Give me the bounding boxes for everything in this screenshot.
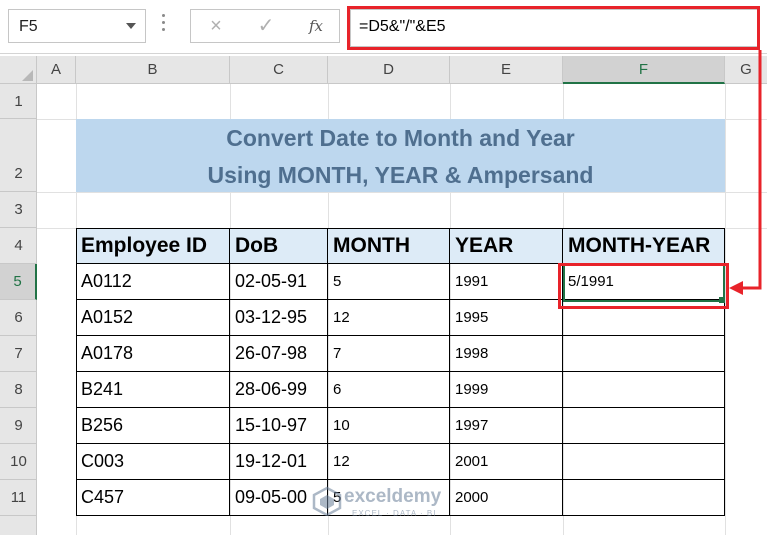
- column-header-e[interactable]: E: [450, 56, 563, 84]
- table-cell[interactable]: 2001: [450, 444, 563, 480]
- name-box-value: F5: [19, 18, 38, 35]
- row-header-5[interactable]: 5: [0, 264, 37, 300]
- table-cell[interactable]: 6: [328, 372, 450, 408]
- table-cell[interactable]: C457: [76, 480, 230, 516]
- table-cell[interactable]: 5: [328, 264, 450, 300]
- table-cell[interactable]: 10: [328, 408, 450, 444]
- table-cell[interactable]: B241: [76, 372, 230, 408]
- formula-buttons: × ✓ fx: [190, 9, 340, 43]
- table-cell[interactable]: [563, 444, 725, 480]
- drag-handle-icon[interactable]: [162, 14, 166, 36]
- table-cell[interactable]: 12: [328, 444, 450, 480]
- column-header-g[interactable]: G: [725, 56, 767, 84]
- table-cell[interactable]: A0152: [76, 300, 230, 336]
- table-header-cell[interactable]: MONTH-YEAR: [563, 228, 725, 264]
- arrow-head-icon: [729, 281, 743, 295]
- table-cell[interactable]: 1999: [450, 372, 563, 408]
- row-header-2[interactable]: 2: [0, 119, 37, 192]
- table-cell[interactable]: 02-05-91: [230, 264, 328, 300]
- table-cell[interactable]: C003: [76, 444, 230, 480]
- row-header-1[interactable]: 1: [0, 84, 37, 119]
- column-header-a[interactable]: A: [37, 56, 76, 84]
- chevron-down-icon[interactable]: [126, 23, 136, 29]
- exceldemy-logo-icon: [312, 486, 342, 516]
- enter-icon[interactable]: ✓: [253, 14, 279, 38]
- table-cell[interactable]: 26-07-98: [230, 336, 328, 372]
- table-cell[interactable]: [563, 336, 725, 372]
- table-cell[interactable]: 1995: [450, 300, 563, 336]
- table-cell[interactable]: [563, 480, 725, 516]
- row-header-3[interactable]: 3: [0, 192, 37, 228]
- watermark: exceldemy EXCEL · DATA · BI: [312, 484, 472, 524]
- row-header-4[interactable]: 4: [0, 228, 37, 264]
- column-header-c[interactable]: C: [230, 56, 328, 84]
- formula-highlight-box: [347, 6, 760, 50]
- row-header-7[interactable]: 7: [0, 336, 37, 372]
- insert-function-icon[interactable]: fx: [303, 14, 329, 38]
- gridline: [37, 192, 767, 193]
- table-cell[interactable]: 28-06-99: [230, 372, 328, 408]
- watermark-name: exceldemy: [344, 486, 442, 507]
- row-header-9[interactable]: 9: [0, 408, 37, 444]
- gridline: [725, 84, 726, 535]
- table-cell[interactable]: 03-12-95: [230, 300, 328, 336]
- row-header-8[interactable]: 8: [0, 372, 37, 408]
- table-cell[interactable]: 15-10-97: [230, 408, 328, 444]
- title-line-2: Using MONTH, YEAR & Ampersand: [207, 162, 594, 188]
- row-header-6[interactable]: 6: [0, 300, 37, 336]
- table-cell[interactable]: 12: [328, 300, 450, 336]
- table-cell[interactable]: B256: [76, 408, 230, 444]
- column-header-b[interactable]: B: [76, 56, 230, 84]
- table-cell[interactable]: [563, 408, 725, 444]
- cancel-icon[interactable]: ×: [203, 14, 229, 38]
- row-header-11[interactable]: 11: [0, 480, 37, 516]
- table-header-cell[interactable]: DoB: [230, 228, 328, 264]
- title-line-1: Convert Date to Month and Year: [226, 125, 575, 151]
- table-header-cell[interactable]: YEAR: [450, 228, 563, 264]
- table-cell[interactable]: A0178: [76, 336, 230, 372]
- select-all-icon: [22, 70, 33, 81]
- column-header-bar: A B C D E F G: [0, 56, 767, 84]
- table-cell[interactable]: 7: [328, 336, 450, 372]
- table-cell[interactable]: 1991: [450, 264, 563, 300]
- column-header-f[interactable]: F: [563, 56, 725, 84]
- select-all-corner[interactable]: [0, 56, 37, 84]
- column-header-d[interactable]: D: [328, 56, 450, 84]
- table-cell[interactable]: 1997: [450, 408, 563, 444]
- title-banner: Convert Date to Month and Year Using MON…: [76, 119, 725, 192]
- cell-highlight-box: [558, 263, 729, 309]
- table-header-cell[interactable]: MONTH: [328, 228, 450, 264]
- table-header-cell[interactable]: Employee ID: [76, 228, 230, 264]
- table-cell[interactable]: 1998: [450, 336, 563, 372]
- row-header-10[interactable]: 10: [0, 444, 37, 480]
- name-box[interactable]: F5: [8, 9, 146, 43]
- table-cell[interactable]: A0112: [76, 264, 230, 300]
- table-cell[interactable]: [563, 372, 725, 408]
- table-cell[interactable]: 19-12-01: [230, 444, 328, 480]
- row-header-bar: 1 2 3 4 5 6 7 8 9 10 11: [0, 84, 37, 535]
- watermark-tagline: EXCEL · DATA · BI: [352, 509, 437, 518]
